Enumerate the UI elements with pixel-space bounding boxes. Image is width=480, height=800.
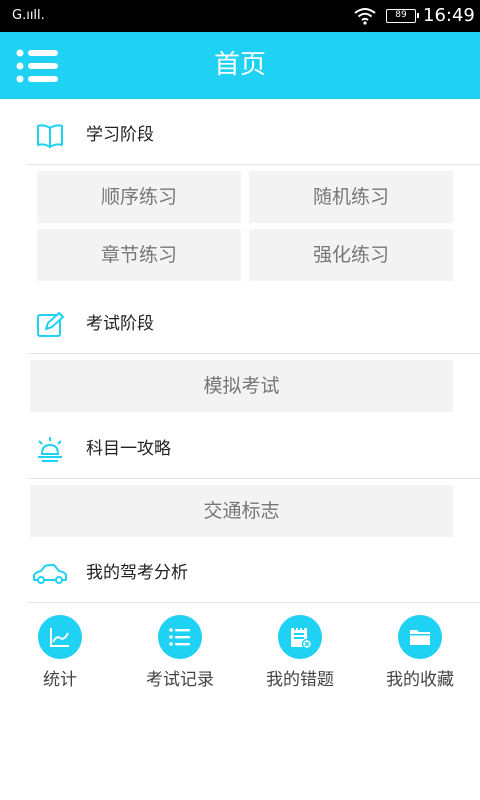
nav-label-exam-records: 考试记录	[146, 670, 214, 690]
nav-label-wrong-questions: 我的错题	[266, 670, 334, 690]
nav-item-favorites[interactable]: 我的收藏	[360, 603, 480, 693]
chart-icon	[38, 615, 82, 659]
book-icon	[37, 124, 63, 148]
section-title-exam: 考试阶段	[86, 314, 154, 334]
status-bar: G.ııll. 89 16:49	[0, 0, 480, 32]
nav-label-statistics: 统计	[43, 670, 77, 690]
wrong-note-icon	[278, 615, 322, 659]
traffic-signs-button[interactable]: 交通标志	[30, 485, 453, 537]
chapter-practice-button[interactable]: 章节练习	[37, 229, 241, 281]
intensive-practice-button[interactable]: 强化练习	[249, 229, 453, 281]
nav-item-wrong-questions[interactable]: 我的错题	[240, 603, 360, 693]
menu-list-icon[interactable]	[16, 49, 58, 83]
random-practice-button[interactable]: 随机练习	[249, 171, 453, 223]
list-icon	[158, 615, 202, 659]
edit-icon	[37, 312, 64, 337]
nav-item-statistics[interactable]: 统计	[0, 603, 120, 693]
car-icon	[33, 564, 67, 584]
folder-icon	[398, 615, 442, 659]
wifi-icon	[354, 8, 376, 25]
mock-exam-button[interactable]: 模拟考试	[30, 360, 453, 412]
section-title-analysis: 我的驾考分析	[86, 563, 188, 583]
battery-icon: 89	[386, 9, 419, 23]
bottom-nav: 统计 考试记录 我的错题 我的收藏	[0, 603, 480, 693]
section-title-study: 学习阶段	[86, 125, 154, 145]
app-bar: 首页	[0, 32, 480, 99]
section-header-exam: 考试阶段	[28, 294, 480, 354]
signal-indicator: G.ııll.	[12, 8, 45, 23]
section-header-study: 学习阶段	[28, 105, 480, 165]
section-header-strategy: 科目一攻略	[28, 419, 480, 479]
nav-item-exam-records[interactable]: 考试记录	[120, 603, 240, 693]
lamp-icon	[38, 437, 62, 462]
section-header-analysis: 我的驾考分析	[28, 543, 480, 603]
sequential-practice-button[interactable]: 顺序练习	[37, 171, 241, 223]
nav-label-favorites: 我的收藏	[386, 670, 454, 690]
section-title-strategy: 科目一攻略	[86, 439, 171, 459]
page-title: 首页	[213, 50, 266, 80]
status-time: 16:49	[423, 5, 475, 26]
